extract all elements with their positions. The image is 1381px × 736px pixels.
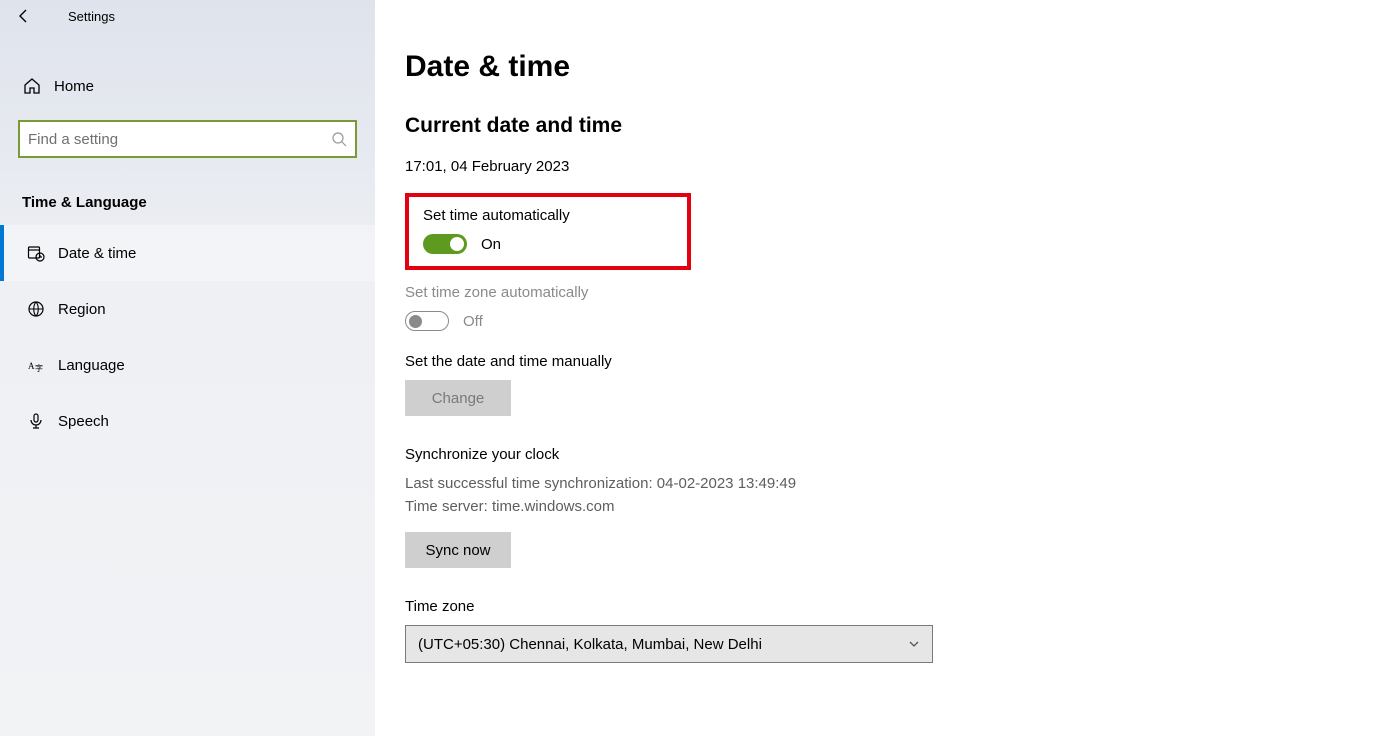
app-root: Settings Home Time & Language [0, 0, 1381, 736]
manual-datetime-label: Set the date and time manually [405, 353, 1351, 370]
svg-text:字: 字 [35, 363, 43, 373]
svg-text:A: A [28, 361, 35, 371]
set-tz-auto-toggle [405, 311, 449, 331]
sidebar-item-label: Region [58, 301, 106, 318]
current-datetime-value: 17:01, 04 February 2023 [405, 158, 1351, 175]
sync-now-button[interactable]: Sync now [405, 532, 511, 568]
set-time-auto-row: On [423, 234, 673, 254]
app-title: Settings [68, 9, 115, 24]
sync-last-label: Last successful time synchronization: [405, 475, 653, 492]
set-tz-auto-group: Set time zone automatically Off [405, 284, 1351, 331]
manual-datetime-group: Set the date and time manually Change [405, 353, 1351, 416]
set-time-auto-highlight: Set time automatically On [405, 193, 691, 270]
search-icon [331, 131, 347, 147]
sidebar-header: Settings [0, 0, 375, 32]
set-time-auto-toggle[interactable] [423, 234, 467, 254]
timezone-dropdown[interactable]: (UTC+05:30) Chennai, Kolkata, Mumbai, Ne… [405, 625, 933, 663]
microphone-icon [26, 412, 46, 430]
timezone-label: Time zone [405, 598, 1351, 615]
sidebar-item-language[interactable]: A字 Language [0, 337, 375, 393]
sidebar-category-title: Time & Language [0, 158, 375, 225]
timezone-value: (UTC+05:30) Chennai, Kolkata, Mumbai, Ne… [418, 636, 762, 653]
sidebar-item-region[interactable]: Region [0, 281, 375, 337]
home-icon [22, 77, 42, 95]
set-tz-auto-row: Off [405, 311, 1351, 331]
sync-server-label: Time server: [405, 498, 488, 515]
page-title: Date & time [405, 50, 1351, 84]
search-box[interactable] [18, 120, 357, 158]
sidebar-item-label: Language [58, 357, 125, 374]
sidebar-home[interactable]: Home [0, 32, 375, 120]
sidebar-home-label: Home [54, 78, 94, 95]
change-button: Change [405, 380, 511, 416]
set-time-auto-label: Set time automatically [423, 207, 673, 224]
sidebar-item-date-time[interactable]: Date & time [0, 225, 375, 281]
chevron-down-icon [908, 638, 920, 650]
sidebar-item-label: Date & time [58, 245, 136, 262]
sidebar: Settings Home Time & Language [0, 0, 375, 736]
sync-group: Synchronize your clock Last successful t… [405, 446, 1351, 568]
sidebar-nav: Date & time Region A字 Language Speech [0, 225, 375, 449]
search-input[interactable] [28, 131, 331, 148]
sync-heading: Synchronize your clock [405, 446, 1351, 463]
sync-last-value: 04-02-2023 13:49:49 [657, 475, 796, 492]
sync-server-value: time.windows.com [492, 498, 615, 515]
globe-icon [26, 300, 46, 318]
sidebar-item-speech[interactable]: Speech [0, 393, 375, 449]
language-icon: A字 [26, 356, 46, 374]
calendar-clock-icon [26, 244, 46, 262]
arrow-left-icon [16, 8, 32, 24]
set-tz-auto-state: Off [463, 313, 483, 330]
main-content: Date & time Current date and time 17:01,… [375, 0, 1381, 736]
current-datetime-heading: Current date and time [405, 114, 1351, 138]
sync-info: Last successful time synchronization: 04… [405, 473, 1351, 518]
search-container [0, 120, 375, 158]
back-button[interactable] [12, 4, 36, 28]
sidebar-item-label: Speech [58, 413, 109, 430]
set-time-auto-state: On [481, 236, 501, 253]
set-tz-auto-label: Set time zone automatically [405, 284, 1351, 301]
